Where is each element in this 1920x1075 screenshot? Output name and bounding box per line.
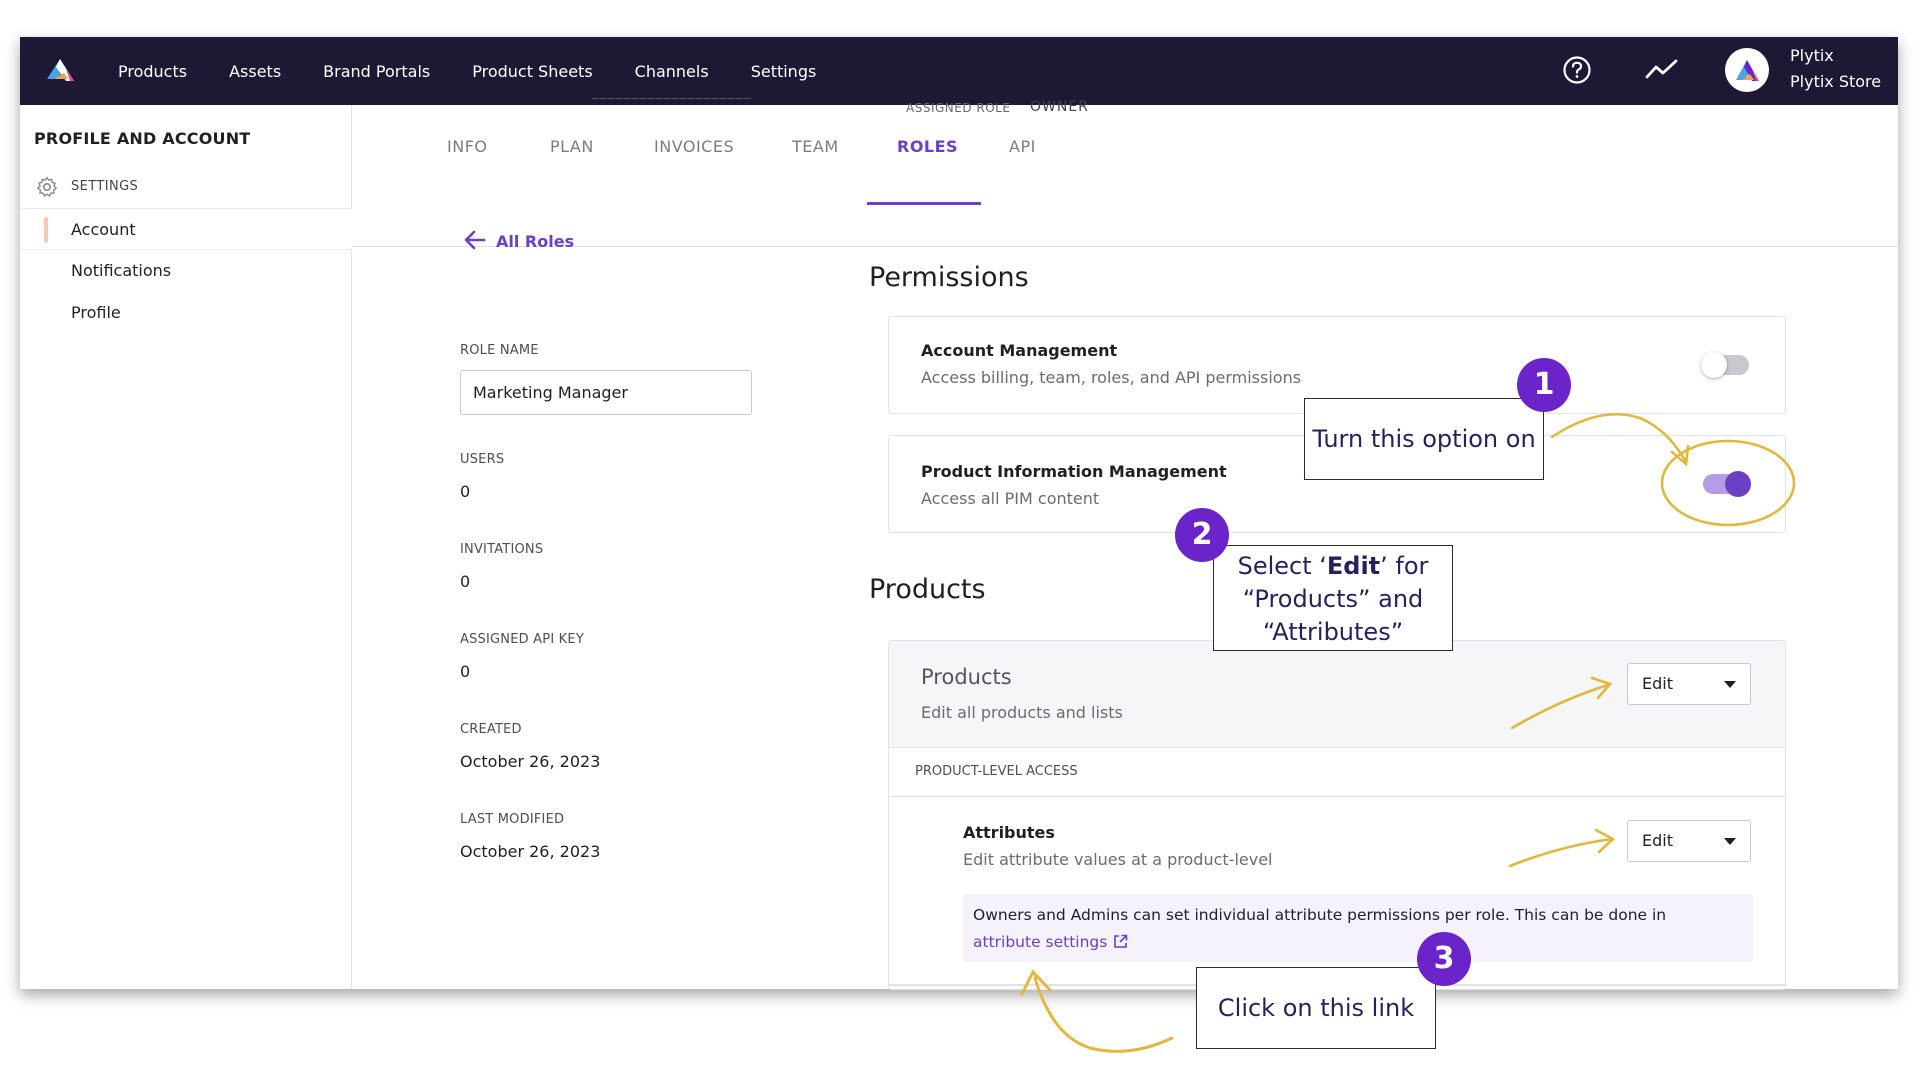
products-card-desc: Edit all products and lists [921, 703, 1123, 722]
all-roles-link[interactable]: All Roles [496, 232, 574, 251]
top-navigation: Products Assets Brand Portals Product Sh… [20, 37, 1898, 105]
attributes-permission-select[interactable]: Edit [1627, 820, 1751, 862]
step2-post: ’ for [1380, 552, 1429, 580]
sidebar: PROFILE AND ACCOUNT SETTINGS Account Not… [20, 105, 352, 989]
pim-desc: Access all PIM content [921, 489, 1100, 508]
arrow-left-icon[interactable] [463, 229, 487, 251]
sidebar-item-label: Account [71, 220, 136, 239]
annotation-step2-line3: “Attributes” [1262, 618, 1404, 646]
created-value: October 26, 2023 [460, 752, 601, 771]
annotation-step2-badge: 2 [1175, 508, 1229, 562]
api-key-value: 0 [460, 662, 471, 681]
tab-roles[interactable]: ROLES [897, 137, 958, 156]
invitations-label: INVITATIONS [460, 542, 544, 557]
attribute-settings-link[interactable]: attribute settings [973, 933, 1107, 951]
chevron-down-icon [1724, 681, 1736, 688]
attributes-desc: Edit attribute values at a product-level [963, 850, 1273, 869]
select-value: Edit [1642, 831, 1673, 850]
chevron-down-icon [1724, 838, 1736, 845]
products-heading: Products [869, 574, 986, 605]
toggle-knob [1701, 352, 1727, 378]
tab-api[interactable]: API [1009, 137, 1036, 156]
note-text: Owners and Admins can set individual att… [973, 902, 1733, 956]
annotation-step1-text: Turn this option on [1312, 425, 1536, 453]
note-body: Owners and Admins can set individual att… [973, 906, 1667, 924]
sidebar-title: PROFILE AND ACCOUNT [34, 129, 251, 148]
sidebar-item-label: Profile [71, 303, 121, 322]
avatar[interactable] [1725, 48, 1769, 92]
tab-invoices[interactable]: INVOICES [654, 137, 734, 156]
help-circle-icon[interactable] [1562, 55, 1592, 85]
pim-title: Product Information Management [921, 462, 1227, 481]
nav-assets[interactable]: Assets [229, 62, 281, 81]
account-management-toggle[interactable] [1701, 352, 1749, 378]
toggle-knob [1725, 471, 1751, 497]
invitations-value: 0 [460, 572, 471, 591]
step2-bold: Edit [1326, 552, 1381, 580]
nav-channels[interactable]: Channels [635, 62, 709, 81]
account-management-title: Account Management [921, 341, 1118, 360]
annotation-step2-line1: Select ‘Edit’ for [1214, 550, 1452, 583]
last-modified-label: LAST MODIFIED [460, 812, 565, 827]
role-name-input[interactable] [460, 370, 752, 415]
sidebar-item-label: Notifications [71, 261, 172, 280]
created-label: CREATED [460, 722, 522, 737]
annotation-step2-line2: “Products” and [1242, 585, 1424, 613]
users-label: USERS [460, 452, 505, 467]
annotation-step1-badge: 1 [1517, 358, 1571, 412]
main-nav: Products Assets Brand Portals Product Sh… [118, 37, 858, 105]
permissions-heading: Permissions [869, 262, 1029, 293]
annotation-step3-box: Click on this link [1196, 967, 1436, 1049]
product-level-access-label: PRODUCT-LEVEL ACCESS [915, 764, 1078, 779]
external-link-icon[interactable] [1113, 934, 1128, 949]
user-name[interactable]: Plytix [1790, 46, 1834, 65]
store-name[interactable]: Plytix Store [1790, 72, 1881, 91]
gear-icon [37, 176, 57, 197]
attributes-title: Attributes [963, 823, 1055, 842]
active-tab-underline [867, 202, 981, 205]
nav-settings[interactable]: Settings [751, 62, 817, 81]
tab-team[interactable]: TEAM [792, 137, 839, 156]
plytix-logo-icon[interactable] [44, 53, 78, 87]
last-modified-value: October 26, 2023 [460, 842, 601, 861]
nav-brand-portals[interactable]: Brand Portals [323, 62, 430, 81]
annotation-step1-box: Turn this option on [1304, 398, 1544, 480]
active-indicator [44, 217, 48, 243]
nav-product-sheets[interactable]: Product Sheets [472, 62, 592, 81]
annotation-step2-box: Select ‘Edit’ for “Products” and “Attrib… [1213, 545, 1453, 651]
sidebar-item-profile[interactable]: Profile [20, 292, 352, 334]
activity-trend-icon[interactable] [1645, 57, 1679, 83]
tab-plan[interactable]: PLAN [550, 137, 594, 156]
step2-pre: Select ‘ [1237, 552, 1327, 580]
product-level-access-header: PRODUCT-LEVEL ACCESS [889, 748, 1785, 797]
users-value: 0 [460, 482, 471, 501]
annotation-step3-badge: 3 [1417, 932, 1471, 986]
plytix-avatar-logo-icon [1736, 60, 1759, 81]
products-card-title: Products [921, 665, 1012, 689]
products-card-header: Products Edit all products and lists Edi… [889, 641, 1785, 748]
attribute-permissions-note: Owners and Admins can set individual att… [963, 894, 1753, 962]
products-permission-select[interactable]: Edit [1627, 663, 1751, 705]
sidebar-section-settings: SETTINGS [71, 179, 139, 194]
annotation-step3-text: Click on this link [1217, 994, 1415, 1022]
tab-info[interactable]: INFO [447, 137, 487, 156]
account-management-desc: Access billing, team, roles, and API per… [921, 368, 1302, 387]
role-name-label: ROLE NAME [460, 343, 539, 358]
api-key-label: ASSIGNED API KEY [460, 632, 584, 647]
sidebar-item-account[interactable]: Account [20, 208, 352, 250]
nav-products[interactable]: Products [118, 62, 187, 81]
pim-toggle[interactable] [1703, 471, 1751, 497]
account-tabs [352, 105, 1898, 247]
sidebar-item-notifications[interactable]: Notifications [20, 250, 352, 292]
select-value: Edit [1642, 674, 1673, 693]
